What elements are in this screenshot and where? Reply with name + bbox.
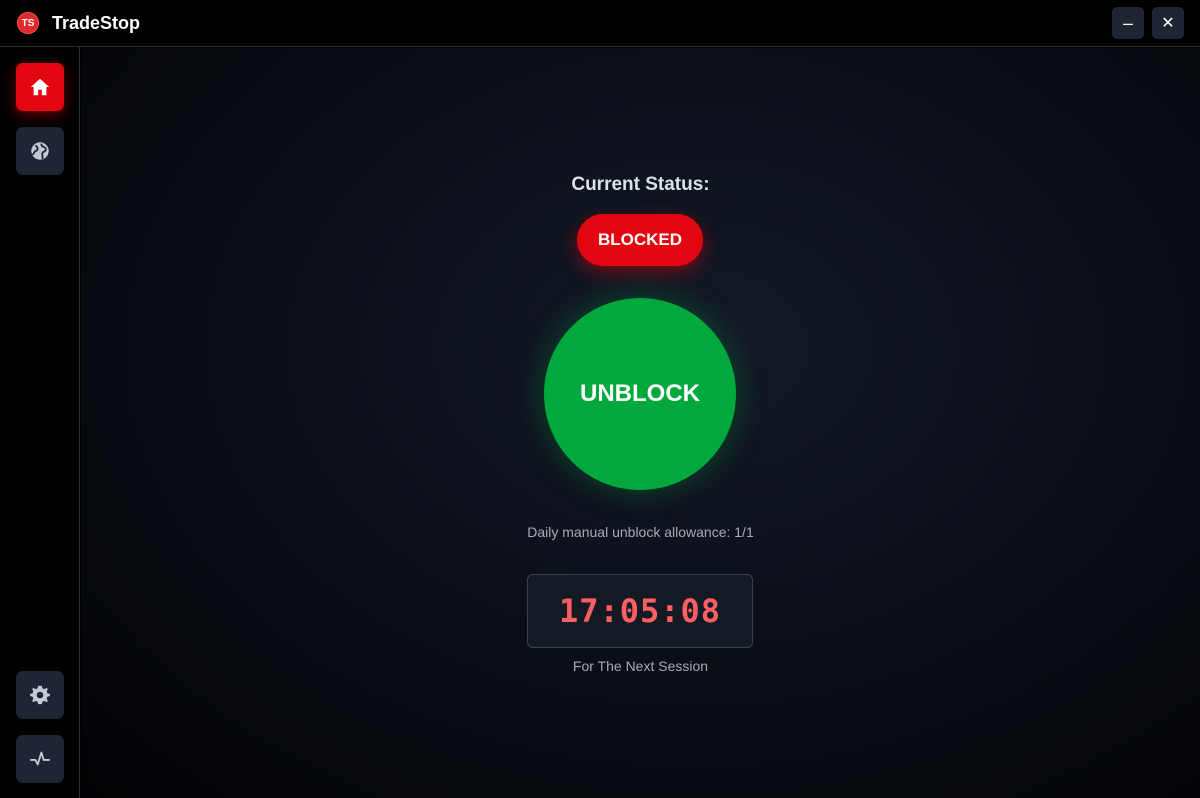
countdown-timer-box: 17:05:08 xyxy=(527,574,753,648)
minimize-icon: – xyxy=(1122,12,1133,33)
app-title: TradeStop xyxy=(52,13,141,33)
unblock-button[interactable]: UNBLOCK xyxy=(544,298,736,490)
sidebar-item-home[interactable] xyxy=(16,63,64,111)
activity-icon xyxy=(29,751,51,766)
close-icon: ✕ xyxy=(1161,15,1175,32)
sidebar-item-settings[interactable] xyxy=(16,671,64,719)
main-panel: Current Status: BLOCKED UNBLOCK Daily ma… xyxy=(81,48,1200,798)
countdown-timer: 17:05:08 xyxy=(558,592,722,630)
sidebar xyxy=(0,47,80,798)
status-label: Current Status: xyxy=(571,174,710,195)
allowance-text: Daily manual unblock allowance: 1/1 xyxy=(527,524,754,540)
title-bar: TS TradeStop – ✕ xyxy=(0,0,1200,47)
sidebar-item-activity[interactable] xyxy=(16,735,64,783)
globe-icon xyxy=(31,142,49,160)
close-button[interactable]: ✕ xyxy=(1152,7,1184,39)
app-logo: TS xyxy=(17,12,39,34)
minimize-button[interactable]: – xyxy=(1112,7,1144,39)
sidebar-item-globe[interactable] xyxy=(16,127,64,175)
status-badge: BLOCKED xyxy=(577,214,703,266)
gear-icon xyxy=(30,685,50,705)
home-icon xyxy=(30,78,50,96)
timer-caption: For The Next Session xyxy=(572,658,709,674)
